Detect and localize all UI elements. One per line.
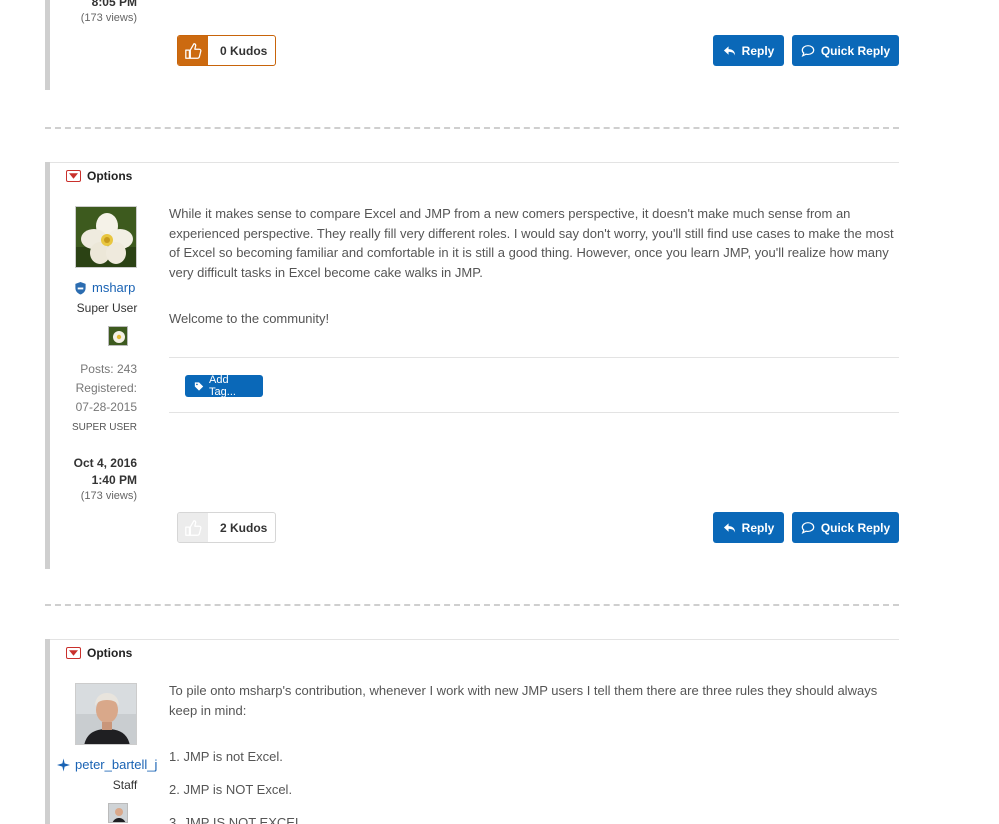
post-body-paragraph: Welcome to the community! [169,311,330,326]
kudos-count: 2 Kudos [220,520,268,535]
chat-bubble-icon [801,45,815,57]
rank-label: SUPER USER [71,422,137,433]
post-1-options-menu[interactable]: Options [66,169,132,183]
post-count: Posts: 243 [80,362,137,376]
dropdown-arrow-icon [66,647,81,659]
rank-avatar [108,326,128,346]
username-link[interactable]: peter_bartell_j [57,757,157,772]
tag-icon [194,381,204,391]
reply-icon [723,45,735,56]
username-text: peter_bartell_j [75,757,158,772]
shield-icon [75,281,86,294]
dropdown-arrow-icon [66,170,81,182]
avatar[interactable] [75,683,137,745]
add-tag-label: Add Tag... [209,374,236,398]
reply-icon [723,522,735,533]
thumbs-up-icon[interactable] [178,36,208,65]
post-2-options-menu[interactable]: Options [66,646,132,660]
quick-reply-label: Quick Reply [820,43,891,58]
options-label: Options [87,646,133,660]
registered-date: 07-28-2015 [75,400,137,414]
options-label: Options [87,169,133,183]
post-0-views: (173 views) [80,12,137,24]
post-body-list-item: 2. JMP is NOT Excel. [169,782,293,797]
tag-area-top-rule [169,357,899,358]
chat-bubble-icon [801,522,815,534]
post-1-top-rule [50,162,899,163]
user-rank: Staff [112,778,138,792]
post-0-kudos-button[interactable]: 0 Kudos [177,35,276,66]
post-2-top-rule [50,639,899,640]
registered-label: Registered: [75,381,137,395]
reply-label: Reply [741,43,775,58]
add-tag-button[interactable]: Add Tag... [185,374,263,398]
kudos-count: 0 Kudos [220,43,268,58]
reply-label: Reply [741,520,775,535]
post-separator [45,127,899,129]
rank-avatar [108,803,128,823]
post-0-time: 8:05 PM [91,0,137,9]
post-1-kudos-button[interactable]: 2 Kudos [177,512,276,543]
post-2-bar [45,639,50,824]
post-body-paragraph: While it makes sense to compare Excel an… [169,206,894,280]
post-body-paragraph: To pile onto msharp's contribution, when… [169,683,878,718]
post-separator [45,604,899,606]
post-0-quick-reply-button[interactable]: Quick Reply [792,35,899,66]
user-rank: Super User [76,301,138,315]
username-text: msharp [92,280,136,295]
post-time: 1:40 PM [91,473,137,487]
quick-reply-label: Quick Reply [820,520,891,535]
post-0-reply-button[interactable]: Reply [713,35,784,66]
post-date: Oct 4, 2016 [73,456,137,470]
post-1-reply-button[interactable]: Reply [713,512,784,543]
avatar[interactable] [75,206,137,268]
username-link[interactable]: msharp [74,280,135,295]
thumbs-up-icon[interactable] [178,513,208,542]
tag-area-bottom-rule [169,412,899,413]
staff-star-icon [57,758,70,771]
post-views: (173 views) [80,490,137,502]
post-body-list-item: 3. JMP IS NOT EXCEL. [169,815,306,824]
post-body-list-item: 1. JMP is not Excel. [169,749,283,764]
post-1-quick-reply-button[interactable]: Quick Reply [792,512,899,543]
